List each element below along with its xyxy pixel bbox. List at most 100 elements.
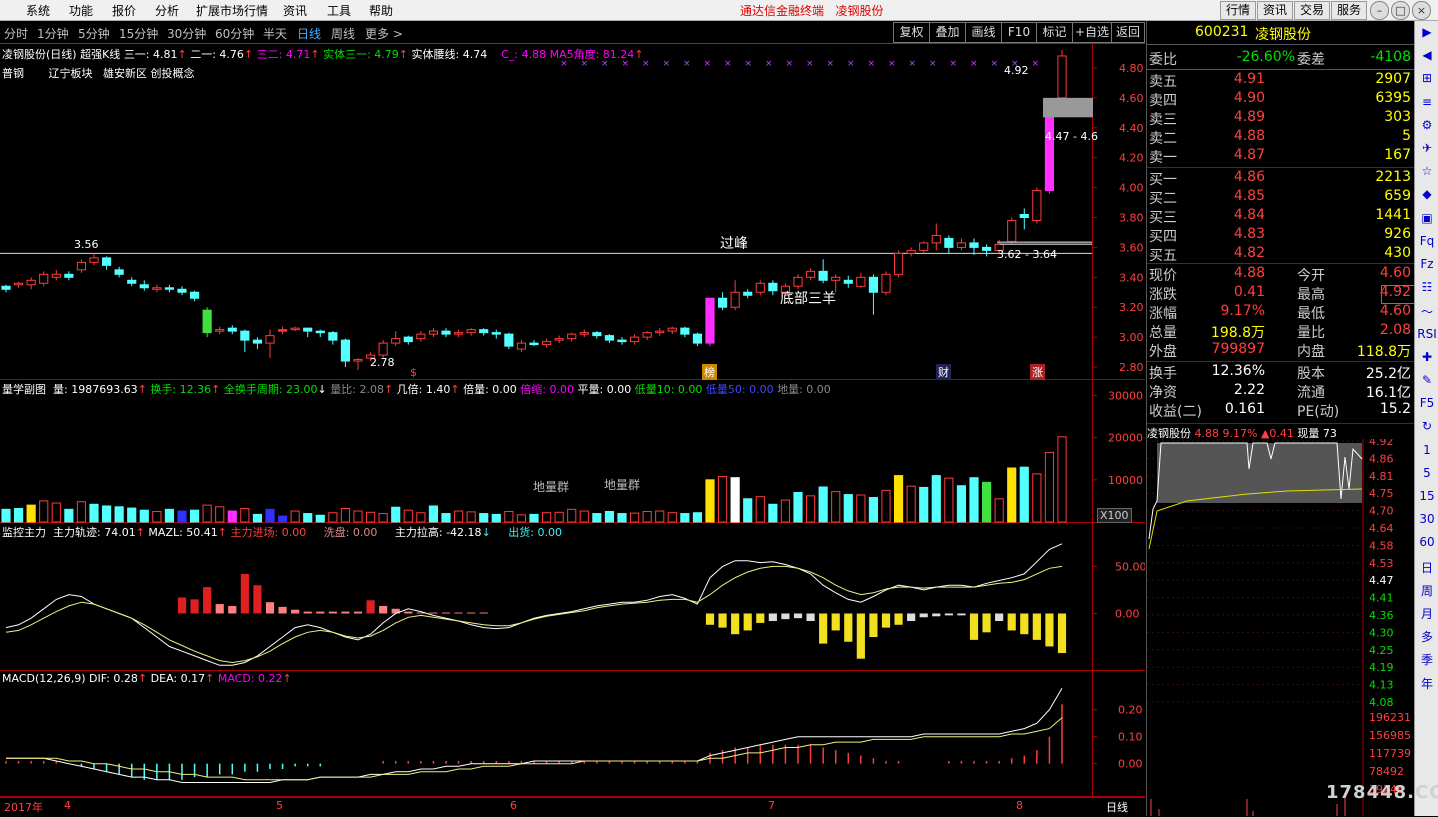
service-tab-button[interactable]: 服务 — [1331, 1, 1367, 20]
news-tab-button[interactable]: 资讯 — [1257, 1, 1293, 20]
menu-news[interactable]: 资讯 — [283, 2, 307, 19]
period-intraday[interactable]: 分时 — [4, 25, 28, 42]
kline-chart-area[interactable]: 4.80 4.60 4.40 4.20 4.00 3.80 3.60 3.40 3.20 3.00… — [0, 44, 1145, 816]
menu-quote[interactable]: 报价 — [112, 2, 136, 19]
finance-marker[interactable]: 财 — [936, 364, 951, 380]
maximize-icon[interactable]: □ — [1391, 1, 1410, 20]
side-tool-22-icon[interactable]: 60 — [1417, 535, 1437, 553]
side-tool-11-icon[interactable]: ☷ — [1417, 280, 1437, 298]
side-tool-24-icon[interactable]: 周 — [1417, 582, 1437, 600]
price-tick: 3.60 — [1119, 241, 1144, 254]
side-tool-15-icon[interactable]: ✎ — [1417, 373, 1437, 391]
side-tool-10-icon[interactable]: Fz — [1417, 257, 1437, 275]
menu-help[interactable]: 帮助 — [369, 2, 393, 19]
side-tool-2-icon[interactable]: ⊞ — [1417, 71, 1437, 89]
side-tool-6-icon[interactable]: ☆ — [1417, 164, 1437, 182]
row-price: 4.85 — [1233, 188, 1265, 204]
ask-row[interactable]: 卖二 4.88 5 — [1147, 128, 1415, 147]
bid-row[interactable]: 买二 4.85 659 — [1147, 188, 1415, 207]
side-tool-8-icon[interactable]: ▣ — [1417, 211, 1437, 229]
ask-row[interactable]: 卖四 4.90 6395 — [1147, 90, 1415, 109]
intraday-price-tick: 4.47 — [1369, 574, 1394, 587]
row-price: 4.83 — [1233, 226, 1265, 242]
axis-month-7: 7 — [768, 799, 775, 812]
side-tool-28-icon[interactable]: 年 — [1417, 675, 1437, 693]
side-tool-3-icon[interactable]: ≡ — [1417, 95, 1437, 113]
full-turnover-cycle: 全换手周期: 23.00 — [223, 383, 318, 396]
side-tool-16-icon[interactable]: F5 — [1417, 396, 1437, 414]
mark-button[interactable]: 标记 — [1036, 22, 1073, 43]
menu-analysis[interactable]: 分析 — [155, 2, 179, 19]
menu-system[interactable]: 系统 — [26, 2, 50, 19]
side-tool-5-icon[interactable]: ✈ — [1417, 141, 1437, 159]
minimize-icon[interactable]: – — [1370, 1, 1389, 20]
side-tool-12-icon[interactable]: 〜 — [1417, 303, 1437, 321]
range-label-upper: 4.47 - 4.6 — [1045, 130, 1098, 143]
ind-value-3: 三二: 4.71 — [256, 48, 311, 61]
period-15min[interactable]: 15分钟 — [119, 25, 158, 42]
volume-bar — [453, 510, 464, 523]
side-tool-13-icon[interactable]: RSI — [1417, 327, 1437, 345]
period-daily[interactable]: 日线 — [297, 25, 321, 42]
period-5min[interactable]: 5分钟 — [78, 25, 110, 42]
period-weekly[interactable]: 周线 — [331, 25, 355, 42]
side-tool-23-icon[interactable]: 日 — [1417, 559, 1437, 577]
menu-tools[interactable]: 工具 — [327, 2, 351, 19]
draw-line-button[interactable]: 画线 — [965, 22, 1002, 43]
menu-extended-market[interactable]: 扩展市场行情 — [196, 2, 268, 19]
side-tool-20-icon[interactable]: 15 — [1417, 489, 1437, 507]
restore-rights-button[interactable]: 复权 — [893, 22, 930, 43]
bid-row[interactable]: 买三 4.84 1441 — [1147, 207, 1415, 226]
f10-button[interactable]: F10 — [1001, 22, 1037, 43]
candle — [705, 297, 715, 344]
side-tool-7-icon[interactable]: ◆ — [1417, 187, 1437, 205]
ask-row[interactable]: 卖三 4.89 303 — [1147, 109, 1415, 128]
overlay-button[interactable]: 叠加 — [929, 22, 966, 43]
side-tool-1-icon[interactable]: ◀ — [1417, 48, 1437, 66]
ask-row[interactable]: 卖五 4.91 2907 — [1147, 71, 1415, 90]
side-tool-21-icon[interactable]: 30 — [1417, 512, 1437, 530]
volume-bar — [642, 510, 652, 523]
bid-row[interactable]: 买一 4.86 2213 — [1147, 169, 1415, 188]
intraday-chart[interactable]: 4.92 4.86 4.81 4.75 4.70 4.64 4.58 4.53 4.47 4.41… — [1147, 439, 1415, 816]
side-tool-17-icon[interactable]: ↻ — [1417, 419, 1437, 437]
candle — [227, 327, 237, 332]
raise-bar — [768, 613, 777, 622]
period-halfday[interactable]: 半天 — [263, 25, 287, 42]
stat-label-2: 量比 — [1297, 325, 1325, 341]
side-tool-18-icon[interactable]: 1 — [1417, 443, 1437, 461]
side-tool-14-icon[interactable]: ✚ — [1417, 350, 1437, 368]
side-tool-0-icon[interactable]: ▶ — [1417, 25, 1437, 43]
bid-row[interactable]: 买四 4.83 926 — [1147, 226, 1415, 245]
close-icon[interactable]: × — [1412, 1, 1431, 20]
ask-row[interactable]: 卖一 4.87 167 — [1147, 147, 1415, 166]
raise-bar — [831, 613, 840, 631]
quote-panel: 600231 凌钢股份 委比 -26.60% 委差 -4108 凌钢股份 4.8… — [1146, 21, 1415, 816]
period-30min[interactable]: 30分钟 — [167, 25, 206, 42]
back-button[interactable]: 返回 — [1111, 22, 1145, 43]
row-volume: 2907 — [1375, 71, 1411, 87]
row-volume: 430 — [1384, 245, 1411, 261]
mazl-line — [5, 565, 1063, 664]
side-tool-19-icon[interactable]: 5 — [1417, 466, 1437, 484]
side-tool-27-icon[interactable]: 季 — [1417, 651, 1437, 669]
side-tool-9-icon[interactable]: Fq — [1417, 234, 1437, 252]
period-60min[interactable]: 60分钟 — [215, 25, 254, 42]
add-watchlist-button[interactable]: +自选 — [1072, 22, 1112, 43]
dollar-marker[interactable]: $ — [410, 366, 417, 379]
menu-function[interactable]: 功能 — [69, 2, 93, 19]
intraday-price-tick: 4.19 — [1369, 661, 1394, 674]
trade-tab-button[interactable]: 交易 — [1294, 1, 1330, 20]
volume-bar — [655, 510, 665, 523]
side-tool-4-icon[interactable]: ⚙ — [1417, 118, 1437, 136]
ranking-marker[interactable]: 榜 — [702, 364, 717, 380]
limit-up-marker[interactable]: 涨 — [1030, 364, 1045, 380]
period-1min[interactable]: 1分钟 — [37, 25, 69, 42]
side-tool-25-icon[interactable]: 月 — [1417, 605, 1437, 623]
period-more[interactable]: 更多 > — [365, 25, 403, 42]
raise-bar — [1020, 613, 1029, 635]
bid-row[interactable]: 买五 4.82 430 — [1147, 245, 1415, 264]
quote-tab-button[interactable]: 行情 — [1220, 1, 1256, 20]
volume-unit-badge: X100 — [1097, 508, 1132, 523]
side-tool-26-icon[interactable]: 多 — [1417, 628, 1437, 646]
